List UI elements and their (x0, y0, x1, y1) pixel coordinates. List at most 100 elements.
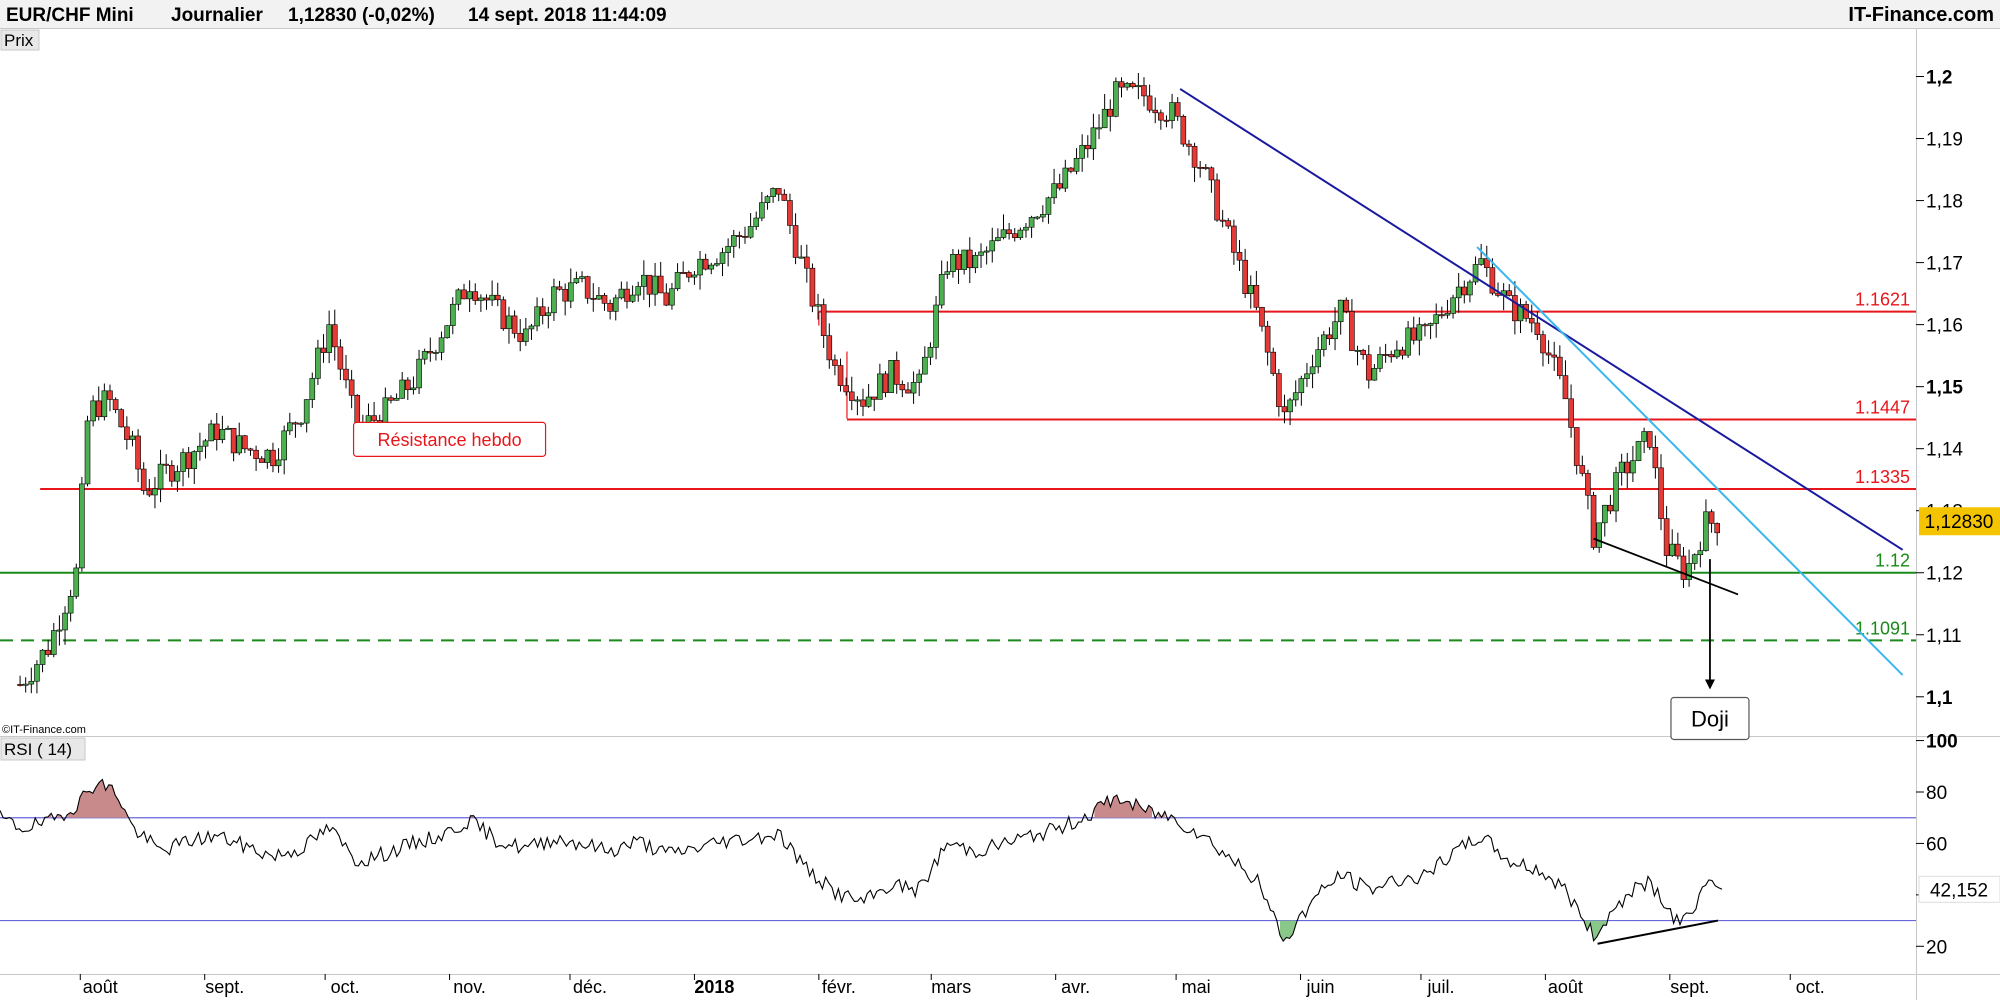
price-tick-label: 1,15 (1926, 378, 1963, 399)
candle-body (1551, 354, 1558, 358)
candle-body (1703, 511, 1709, 551)
candle-body (1349, 311, 1355, 351)
candle-body (1180, 116, 1187, 145)
x-tick-label: oct. (331, 977, 360, 997)
candle-body (348, 379, 355, 396)
candle-body (1219, 219, 1226, 222)
candle-body (1321, 334, 1327, 350)
candle-body (1028, 217, 1035, 228)
candle-body (1691, 554, 1698, 564)
candle-body (1292, 392, 1299, 401)
candle-body (1214, 179, 1220, 221)
candle-body (393, 397, 400, 401)
x-tick-label: mai (1182, 977, 1211, 997)
candle-body (1113, 81, 1119, 117)
candle-body (1208, 167, 1215, 181)
candle-body (1663, 518, 1670, 556)
candle-body (1579, 465, 1586, 474)
candle-body (1051, 183, 1057, 199)
candle-body (1186, 143, 1192, 147)
candle-body (1129, 83, 1136, 88)
candle-body (1040, 214, 1046, 218)
candle-body (708, 264, 715, 270)
candle-body (1557, 356, 1563, 376)
candle-body (1315, 349, 1321, 368)
candle-body (950, 254, 956, 272)
candle-body (787, 200, 793, 226)
candle-body (79, 483, 85, 569)
candle-body (1467, 281, 1473, 296)
candle-body (1382, 354, 1389, 356)
candle-body (1000, 229, 1007, 238)
candle-body (1270, 351, 1277, 374)
candle-body (1618, 461, 1625, 473)
candle-body (815, 304, 821, 307)
current-price-label: 1,12830 (1925, 512, 1994, 533)
price-tick-label: 1,2 (1926, 68, 1952, 89)
candle-body (742, 235, 748, 238)
candle-body (730, 235, 737, 247)
candle-body (1585, 473, 1591, 496)
candle-body (809, 267, 816, 307)
x-tick-label: déc. (573, 977, 607, 997)
candle-body (466, 291, 473, 300)
candle-body (287, 422, 293, 432)
candle-body (1084, 145, 1091, 150)
candle-body (1253, 285, 1260, 308)
candle-body (1354, 349, 1361, 352)
rsi-tick-label: 100 (1926, 732, 1958, 753)
x-tick-label: sept. (205, 977, 244, 997)
candle-body (427, 351, 434, 354)
candle-body (28, 680, 35, 685)
candle-body (1197, 166, 1203, 169)
candle-body (753, 217, 760, 227)
candle-body (320, 347, 327, 353)
symbol-label: EUR/CHF Mini (6, 5, 134, 26)
candle-body (1669, 543, 1676, 556)
candle-body (264, 449, 271, 463)
candle-body (455, 289, 462, 305)
candle-body (1264, 325, 1271, 353)
candle-body (955, 254, 962, 270)
candle-body (1630, 460, 1636, 474)
candle-body (1011, 233, 1018, 238)
candle-body (1433, 314, 1440, 324)
candle-body (843, 385, 849, 393)
candle-body (315, 347, 321, 379)
candle-body (1686, 563, 1692, 580)
candle-body (95, 400, 102, 418)
candle-body (258, 458, 265, 463)
price-tick-label: 1,11 (1926, 626, 1962, 647)
candle-body (45, 649, 51, 655)
candle-body (506, 315, 512, 330)
candle-body (56, 629, 63, 632)
candle-body (899, 384, 906, 391)
candle-body (1203, 167, 1209, 169)
candle-body (416, 358, 422, 389)
candle-body (1697, 550, 1704, 555)
candle-body (944, 271, 951, 275)
candle-body (1607, 504, 1614, 512)
x-tick-label: oct. (1796, 977, 1825, 997)
candle-body (472, 291, 479, 301)
candle-body (832, 359, 838, 366)
candle-body (236, 435, 243, 454)
candle-body (596, 295, 602, 300)
candle-body (702, 258, 709, 270)
candle-body (1422, 324, 1428, 327)
candle-body (1399, 349, 1406, 356)
candle-body (140, 468, 147, 491)
candle-body (618, 288, 625, 299)
candle-body (1568, 398, 1574, 428)
candle-body (444, 325, 450, 339)
candle-body (1298, 378, 1305, 394)
candle-body (180, 452, 186, 472)
candle-body (775, 188, 782, 195)
candle-body (972, 255, 979, 269)
candle-body (1635, 441, 1642, 461)
candle-body (309, 378, 316, 400)
candle-body (1096, 127, 1102, 130)
candle-body (331, 324, 338, 348)
candle-body (174, 471, 181, 482)
candle-body (1231, 225, 1237, 253)
